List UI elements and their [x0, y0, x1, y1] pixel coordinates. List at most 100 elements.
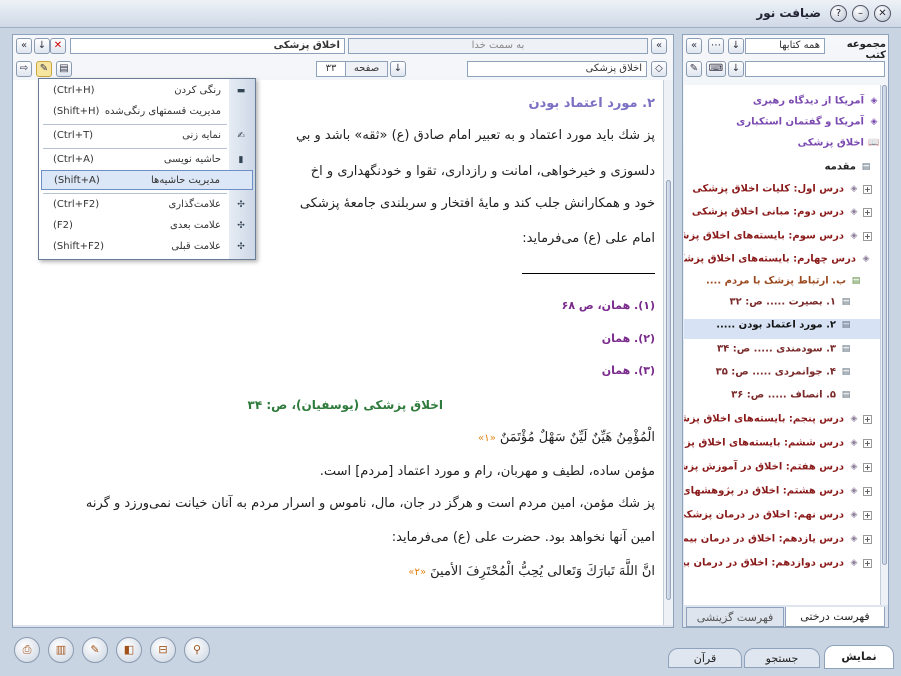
title-bar: ? – ✕ ضیافت نور [0, 0, 901, 28]
panel-header: مجموعه کتب [846, 39, 886, 61]
location-field[interactable]: اخلاق پزشکی [467, 61, 647, 77]
document-line: پز شك مؤمن، امين مردم است و هرگز در جان،… [85, 496, 655, 511]
tree-scrollbar[interactable] [880, 85, 888, 605]
expand-icon[interactable]: + [863, 462, 872, 472]
close-tab-icon[interactable]: ✕ [50, 38, 66, 54]
direction-field[interactable]: به سمت خدا [348, 38, 648, 54]
tree-item[interactable]: + ◈ درس هفتم: اخلاق در آموزش پزشکی [684, 461, 880, 481]
menu-item-highlight[interactable]: (Ctrl+H) رنگی کردن ▬ [41, 81, 253, 101]
print-icon[interactable]: ⎙ [14, 637, 40, 663]
minimize-icon[interactable]: – [852, 5, 869, 22]
edit-icon[interactable]: ✎ [82, 637, 108, 663]
menu-item-manage-highlights[interactable]: (Shift+H) مدیریت قسمتهای رنگی‌شده [41, 102, 253, 122]
menu-item-bookmark[interactable]: (Ctrl+F2) علامت‌گذاری ✣ [41, 195, 253, 215]
more-options-icon[interactable]: ⋯ [708, 38, 724, 54]
tree-item[interactable]: + ◈ درس پنجم: بایسته‌های اخلاق پزشکی [684, 413, 880, 433]
page-number-input[interactable]: ۳۳ [316, 61, 346, 77]
collection-select[interactable]: همه کتابها [745, 38, 825, 54]
expand-icon[interactable]: + [863, 414, 872, 424]
tree-item-label: درس یازدهم: اخلاق در درمان بیماران [684, 533, 844, 545]
split-view-icon[interactable]: ⊟ [150, 637, 176, 663]
tree-item[interactable]: + ◈ درس نهم: اخلاق در درمان پزشکی [684, 509, 880, 529]
tree-item[interactable]: ▤ ۱. بصيرت ..... ص: ۳۲ [684, 296, 880, 316]
tree-item-label: درس نهم: اخلاق در درمان پزشکی [684, 509, 844, 521]
page-icon: ▤ [861, 162, 871, 172]
search-input[interactable] [745, 61, 885, 77]
tab-display[interactable]: نمایش [824, 645, 894, 669]
expand-icon[interactable]: « [651, 38, 667, 54]
tree-item[interactable]: ▤ ۳. سودمندی ..... ص: ۳۴ [684, 343, 880, 363]
footnote-divider [522, 273, 655, 274]
tree-item-label: آمریکا و گفتمان استکباری [736, 116, 864, 128]
layout-icon[interactable]: ▤ [56, 61, 72, 77]
collapse-icon[interactable]: « [686, 38, 702, 54]
arrow-down-icon[interactable]: ↓ [728, 61, 744, 77]
tag-icon[interactable]: ◇ [651, 61, 667, 77]
menu-item-annotate[interactable]: (Ctrl+A) حاشیه نویسی ▮ [41, 150, 253, 170]
tab-tree-index[interactable]: فهرست درختی [785, 607, 885, 627]
menu-item-indexing[interactable]: (Ctrl+T) نمایه زنی ✍ [41, 126, 253, 146]
tab-quran[interactable]: قرآن [668, 648, 742, 668]
menu-item-prev-bookmark[interactable]: (Shift+F2) علامت قبلی ✣ [41, 237, 253, 257]
arrow-right-icon[interactable]: ⇨ [16, 61, 32, 77]
tree-item[interactable]: ▤ مقدمه [684, 161, 880, 181]
prev-bookmark-icon: ✣ [237, 242, 245, 252]
books-icon[interactable]: ▥ [48, 637, 74, 663]
arrow-down-icon[interactable]: ↓ [34, 38, 50, 54]
tree-item[interactable]: ▤ ب. ارتباط پزشک با مردم .... [684, 275, 880, 295]
tree-item[interactable]: ▤ ۵. انصاف ..... ص: ۳۶ [684, 389, 880, 409]
document-scrollbar[interactable] [663, 80, 673, 625]
lesson-icon: ◈ [850, 510, 858, 520]
arrow-down-icon[interactable]: ↓ [728, 38, 744, 54]
scrollbar-thumb[interactable] [882, 85, 887, 565]
tree-item[interactable]: ▤ ۴. جوانمردی ..... ص: ۳۵ [684, 366, 880, 386]
keyboard-icon[interactable]: ⌨ [706, 61, 726, 77]
tree-item[interactable]: + ◈ درس هشتم: اخلاق در پژوهشهای [684, 485, 880, 505]
expand-icon[interactable]: + [863, 486, 872, 496]
help-icon[interactable]: ? [830, 5, 847, 22]
menu-item-manage-annotations[interactable]: (Shift+A) مدیریت حاشیه‌ها [41, 170, 253, 190]
close-icon[interactable]: ✕ [874, 5, 891, 22]
expand-icon[interactable]: + [863, 534, 872, 544]
tree-item[interactable]: + ◈ درس سوم: بایسته‌های اخلاق پزشکی [684, 230, 880, 250]
tree-item[interactable]: + ◈ درس دوم: مبانی اخلاق پزشکی [684, 206, 880, 226]
tree-item-label: ۲. مورد اعتماد بودن ..... [716, 319, 836, 331]
zoom-icon[interactable]: ⚲ [184, 637, 210, 663]
tree-item[interactable]: + ◈ درس ششم: بایسته‌های اخلاق پزشکی [684, 437, 880, 457]
expand-icon[interactable]: + [863, 558, 872, 568]
lesson-icon: ◈ [850, 558, 858, 568]
tools-icon[interactable]: ✎ [686, 61, 702, 77]
index-icon: ✍ [237, 131, 245, 141]
tab-selective-index[interactable]: فهرست گزینشی [686, 607, 784, 627]
expand-icon[interactable]: + [863, 207, 872, 217]
tree-item[interactable]: + ◈ درس دوازدهم: اخلاق در درمان بیماران [684, 557, 880, 577]
page-down-icon[interactable]: ↓ [390, 61, 406, 77]
page-icon: ▤ [841, 367, 851, 377]
tree-item[interactable]: ▤ ۲. مورد اعتماد بودن ..... [684, 319, 880, 339]
tree-item[interactable]: + ◈ درس اول: کلیات اخلاق پزشکی [684, 183, 880, 203]
app-title: ضیافت نور [756, 6, 821, 20]
tree-item[interactable]: ◈ آمریکا و گفتمان استکباری [684, 116, 880, 136]
highlight-tool-icon[interactable]: ✎ [36, 61, 52, 77]
page-icon: ▤ [841, 320, 851, 330]
tree-item[interactable]: 📖 اخلاق پزشکی [684, 137, 880, 157]
tree-item[interactable]: + ◈ درس یازدهم: اخلاق در درمان بیماران [684, 533, 880, 553]
tree-item[interactable]: ◈ آمریکا از دیدگاه رهبری [684, 95, 880, 115]
hadith-text: انَّ اللَّهَ تَبارَكَ وَتَعالی یُحِبُّ ا… [430, 564, 655, 579]
expand-icon[interactable]: + [863, 184, 872, 194]
tree-item-label: درس دوم: مبانی اخلاق پزشکی [691, 206, 844, 218]
expand-icon[interactable]: + [863, 438, 872, 448]
expand-icon[interactable]: + [863, 510, 872, 520]
lesson-icon: ◈ [850, 231, 858, 241]
expand-icon[interactable]: + [863, 231, 872, 241]
tab-search[interactable]: جستجو [744, 648, 820, 668]
menu-item-next-bookmark[interactable]: (F2) علامت بعدی ✣ [41, 216, 253, 236]
tree-item-label: ۳. سودمندی ..... ص: ۳۴ [717, 343, 836, 355]
navigate-icon[interactable]: ◧ [116, 637, 142, 663]
shortcut: (Ctrl+T) [53, 130, 94, 141]
collapse-icon[interactable]: « [16, 38, 32, 54]
tree-item[interactable]: ◈ درس چهارم: بایسته‌های اخلاق پزشکی [684, 253, 880, 273]
shortcut: (Shift+F2) [53, 241, 105, 252]
menu-label: علامت بعدی [170, 220, 221, 231]
scrollbar-thumb[interactable] [666, 180, 671, 600]
